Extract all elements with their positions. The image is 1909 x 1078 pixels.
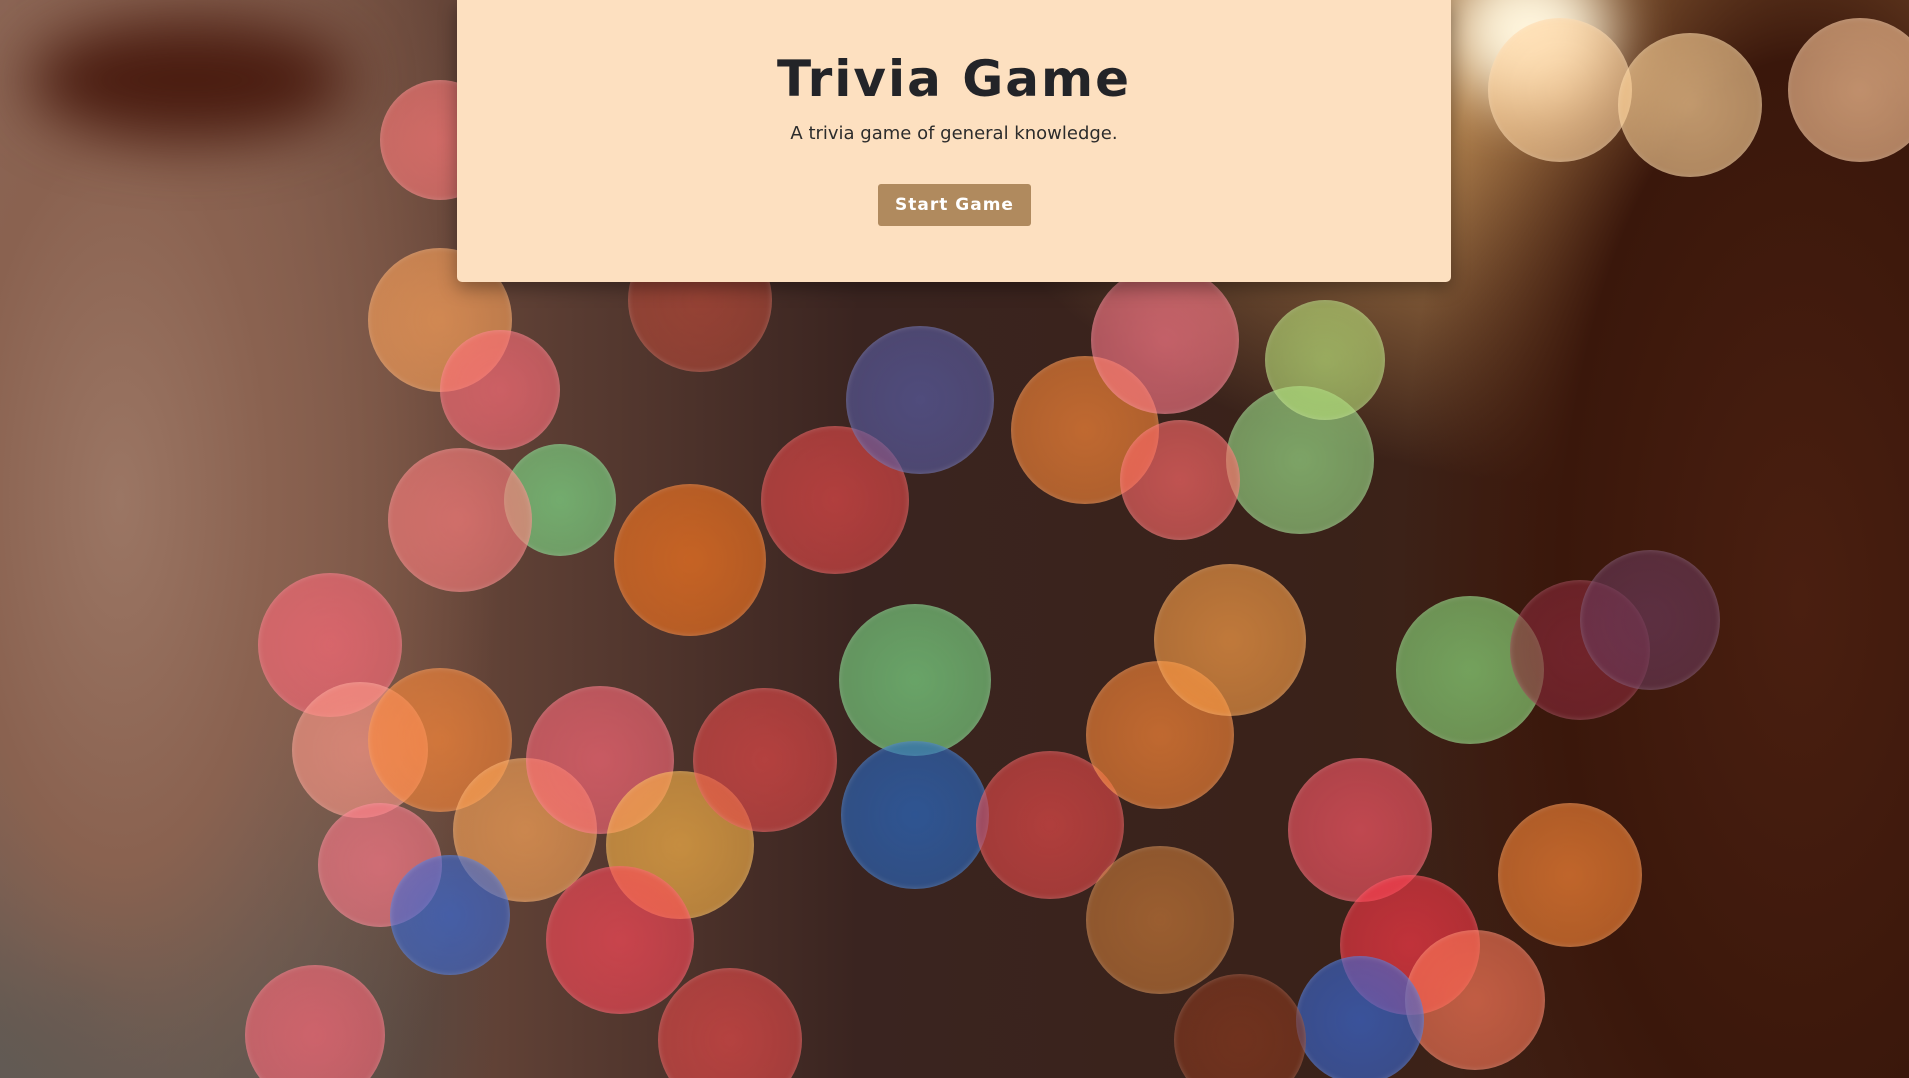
bokeh-light (1086, 846, 1234, 994)
bokeh-light (1154, 564, 1306, 716)
bokeh-light (839, 604, 991, 756)
bokeh-light (1788, 18, 1909, 162)
page-subtitle: A trivia game of general knowledge. (790, 123, 1118, 144)
intro-card: Trivia Game A trivia game of general kno… (457, 0, 1451, 282)
bokeh-light (440, 330, 560, 450)
bokeh-light (658, 968, 802, 1078)
bokeh-light (1091, 266, 1239, 414)
background-shadow (30, 20, 350, 140)
bokeh-light (1488, 18, 1632, 162)
bokeh-light (245, 965, 385, 1078)
bokeh-light (846, 326, 994, 474)
bokeh-light (1618, 33, 1762, 177)
bokeh-light (1580, 550, 1720, 690)
bokeh-light (546, 866, 694, 1014)
start-game-button[interactable]: Start Game (878, 184, 1031, 226)
bokeh-light (614, 484, 766, 636)
bokeh-light (390, 855, 510, 975)
bokeh-light (388, 448, 532, 592)
bokeh-light (1174, 974, 1306, 1078)
bokeh-light (1120, 420, 1240, 540)
bokeh-light (1405, 930, 1545, 1070)
bokeh-light (693, 688, 837, 832)
bokeh-light (1265, 300, 1385, 420)
bokeh-light (841, 741, 989, 889)
page-title: Trivia Game (776, 50, 1132, 108)
bokeh-light (1498, 803, 1642, 947)
bokeh-light (1296, 956, 1424, 1078)
